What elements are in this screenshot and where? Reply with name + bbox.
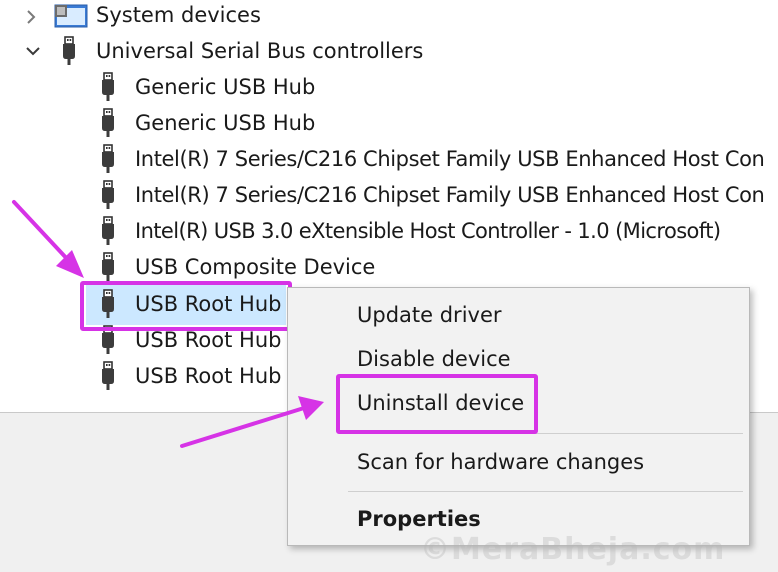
tree-label: USB Root Hub xyxy=(135,364,282,388)
menu-item-update-driver[interactable]: Update driver xyxy=(357,300,502,330)
chevron-down-icon[interactable] xyxy=(22,34,44,68)
tree-node-device[interactable]: Generic USB Hub xyxy=(0,70,778,104)
usb-plug-icon xyxy=(60,36,78,66)
tree-label: Intel(R) 7 Series/C216 Chipset Family US… xyxy=(135,183,765,207)
system-devices-icon xyxy=(54,3,88,31)
usb-plug-icon xyxy=(99,72,117,102)
usb-plug-icon xyxy=(99,144,117,174)
tree-node-usb-controllers[interactable]: Universal Serial Bus controllers xyxy=(0,34,440,68)
usb-plug-icon xyxy=(99,180,117,210)
tree-node-device[interactable]: Intel(R) 7 Series/C216 Chipset Family US… xyxy=(0,178,778,212)
tree-node-device[interactable]: Generic USB Hub xyxy=(0,106,778,140)
tree-label: Universal Serial Bus controllers xyxy=(96,39,424,63)
usb-plug-icon xyxy=(99,252,117,282)
tree-label: USB Composite Device xyxy=(135,255,376,279)
annotation-highlight-usb-root-hub xyxy=(80,281,292,331)
tree-node-system-devices[interactable]: System devices xyxy=(0,0,300,34)
tree-node-device[interactable]: USB Composite Device xyxy=(0,250,778,284)
tree-label: Intel(R) USB 3.0 eXtensible Host Control… xyxy=(135,219,721,243)
chevron-right-icon[interactable] xyxy=(20,0,42,34)
tree-label: Intel(R) 7 Series/C216 Chipset Family US… xyxy=(135,147,765,171)
tree-node-device[interactable]: Intel(R) USB 3.0 eXtensible Host Control… xyxy=(0,214,778,248)
tree-label: Generic USB Hub xyxy=(135,111,316,135)
menu-item-properties[interactable]: Properties xyxy=(357,504,481,534)
tree-node-device[interactable]: Intel(R) 7 Series/C216 Chipset Family US… xyxy=(0,142,778,176)
menu-item-disable-device[interactable]: Disable device xyxy=(357,344,511,374)
usb-plug-icon xyxy=(99,216,117,246)
tree-label: System devices xyxy=(96,3,261,27)
usb-plug-icon xyxy=(99,108,117,138)
menu-item-scan-hardware[interactable]: Scan for hardware changes xyxy=(357,447,644,477)
watermark: ©MeraBheja.com xyxy=(420,532,726,567)
tree-node-device[interactable]: USB Root Hub xyxy=(0,359,290,393)
menu-separator xyxy=(348,491,743,492)
usb-plug-icon xyxy=(99,361,117,391)
annotation-highlight-uninstall xyxy=(336,374,538,434)
tree-label: Generic USB Hub xyxy=(135,75,316,99)
